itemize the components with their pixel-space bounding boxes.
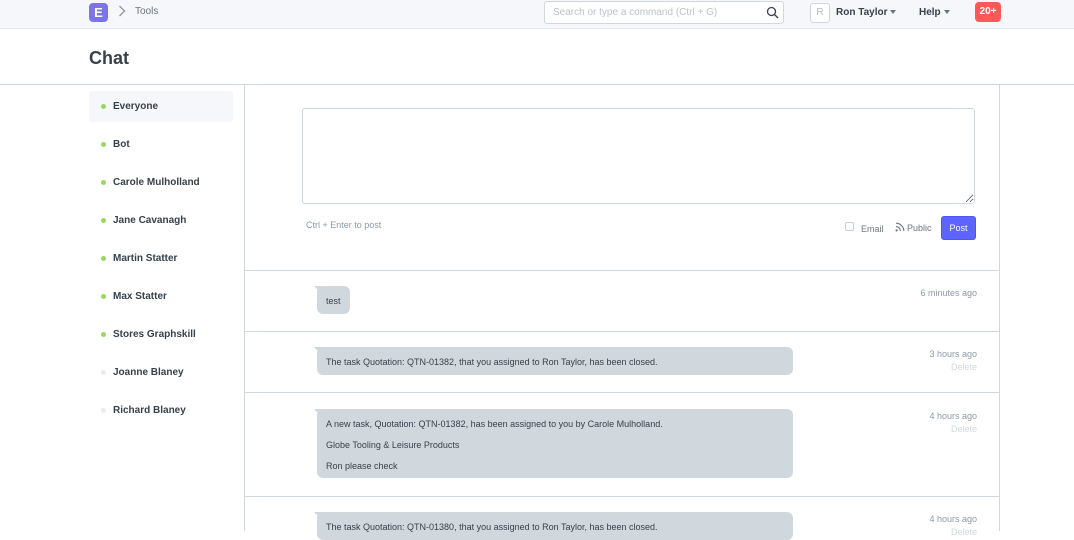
sidebar-item-joanne-blaney[interactable]: Joanne Blaney bbox=[89, 357, 233, 388]
message-bubble: A new task, Quotation: QTN-01382, has be… bbox=[314, 409, 793, 479]
email-label: Email bbox=[861, 224, 884, 234]
chat-main: Ctrl + Enter to post Email Public Post t… bbox=[244, 85, 1000, 540]
sidebar-item-label: Carole Mulholland bbox=[113, 177, 200, 188]
feed-item: The task Quotation: QTN-01380, that you … bbox=[245, 497, 999, 540]
chat-sidebar: Everyone Bot Carole Mulholland Jane Cava… bbox=[89, 91, 233, 433]
status-dot bbox=[101, 332, 106, 337]
message-line: Ron please check bbox=[326, 460, 398, 471]
sidebar-item-label: Joanne Blaney bbox=[113, 367, 184, 378]
user-menu[interactable]: Ron Taylor bbox=[836, 7, 897, 18]
message-time: 4 hours ago bbox=[929, 411, 977, 421]
feed-item: test 6 minutes ago bbox=[245, 271, 999, 332]
search-box bbox=[544, 1, 784, 24]
message-time: 6 minutes ago bbox=[920, 288, 977, 298]
user-avatar[interactable]: R bbox=[810, 3, 830, 23]
message-bubble: The task Quotation: QTN-01382, that you … bbox=[314, 347, 793, 375]
sidebar-item-martin-statter[interactable]: Martin Statter bbox=[89, 243, 233, 274]
sidebar-item-richard-blaney[interactable]: Richard Blaney bbox=[89, 395, 233, 426]
message-textarea[interactable] bbox=[302, 108, 975, 204]
post-hint: Ctrl + Enter to post bbox=[306, 220, 382, 230]
sidebar-item-label: Jane Cavanagh bbox=[113, 215, 187, 226]
sidebar-item-bot[interactable]: Bot bbox=[89, 129, 233, 160]
feed-item: The task Quotation: QTN-01382, that you … bbox=[245, 332, 999, 393]
status-dot bbox=[101, 408, 106, 413]
message-time: 3 hours ago bbox=[929, 349, 977, 359]
delete-link[interactable]: Delete bbox=[951, 362, 977, 372]
sidebar-item-label: Everyone bbox=[113, 101, 159, 112]
status-dot bbox=[101, 256, 106, 261]
caret-down-icon bbox=[943, 10, 950, 15]
rss-icon bbox=[895, 222, 905, 232]
sidebar-item-label: Richard Blaney bbox=[113, 405, 186, 416]
message-bubble: The task Quotation: QTN-01380, that you … bbox=[314, 512, 793, 540]
help-menu[interactable]: Help bbox=[919, 7, 950, 18]
sidebar-item-carole-mulholland[interactable]: Carole Mulholland bbox=[89, 167, 233, 198]
sidebar-item-label: Max Statter bbox=[113, 291, 167, 302]
sidebar-item-label: Bot bbox=[113, 139, 130, 150]
message-line: The task Quotation: QTN-01380, that you … bbox=[326, 522, 658, 532]
public-toggle[interactable]: Public bbox=[907, 223, 932, 233]
status-dot bbox=[101, 104, 106, 109]
search-icon[interactable] bbox=[766, 6, 779, 19]
message-bubble: test bbox=[314, 286, 350, 314]
breadcrumb-tools[interactable]: Tools bbox=[135, 6, 158, 17]
page-head: Chat bbox=[0, 30, 1074, 85]
email-checkbox[interactable] bbox=[845, 222, 854, 231]
user-name: Ron Taylor bbox=[836, 7, 888, 18]
sidebar-item-everyone[interactable]: Everyone bbox=[89, 91, 233, 122]
app-logo[interactable]: E bbox=[89, 3, 108, 22]
status-dot bbox=[101, 294, 106, 299]
composer: Ctrl + Enter to post Email Public Post bbox=[245, 85, 999, 271]
message-line: The task Quotation: QTN-01382, that you … bbox=[326, 357, 658, 367]
sidebar-item-max-statter[interactable]: Max Statter bbox=[89, 281, 233, 312]
caret-down-icon bbox=[890, 10, 897, 15]
status-dot bbox=[101, 180, 106, 185]
status-dot bbox=[101, 218, 106, 223]
message-line: Globe Tooling & Leisure Products bbox=[326, 439, 460, 450]
search-input[interactable] bbox=[545, 2, 755, 23]
help-label: Help bbox=[919, 7, 941, 18]
chevron-right-icon bbox=[119, 5, 126, 17]
post-button[interactable]: Post bbox=[941, 216, 976, 240]
page-title: Chat bbox=[89, 48, 129, 68]
message-line: test bbox=[326, 296, 341, 306]
message-time: 4 hours ago bbox=[929, 514, 977, 524]
message-line: A new task, Quotation: QTN-01382, has be… bbox=[326, 419, 663, 429]
sidebar-item-stores-graphskill[interactable]: Stores Graphskill bbox=[89, 319, 233, 350]
delete-link[interactable]: Delete bbox=[951, 424, 977, 434]
sidebar-item-label: Stores Graphskill bbox=[113, 329, 196, 340]
status-dot bbox=[101, 142, 106, 147]
status-dot bbox=[101, 370, 106, 375]
feed-item: A new task, Quotation: QTN-01382, has be… bbox=[245, 393, 999, 497]
notifications-badge[interactable]: 20+ bbox=[975, 2, 1001, 22]
sidebar-item-label: Martin Statter bbox=[113, 253, 178, 264]
navbar: E Tools R Ron Taylor Help 20+ bbox=[0, 0, 1074, 29]
sidebar-item-jane-cavanagh[interactable]: Jane Cavanagh bbox=[89, 205, 233, 236]
delete-link[interactable]: Delete bbox=[951, 527, 977, 537]
